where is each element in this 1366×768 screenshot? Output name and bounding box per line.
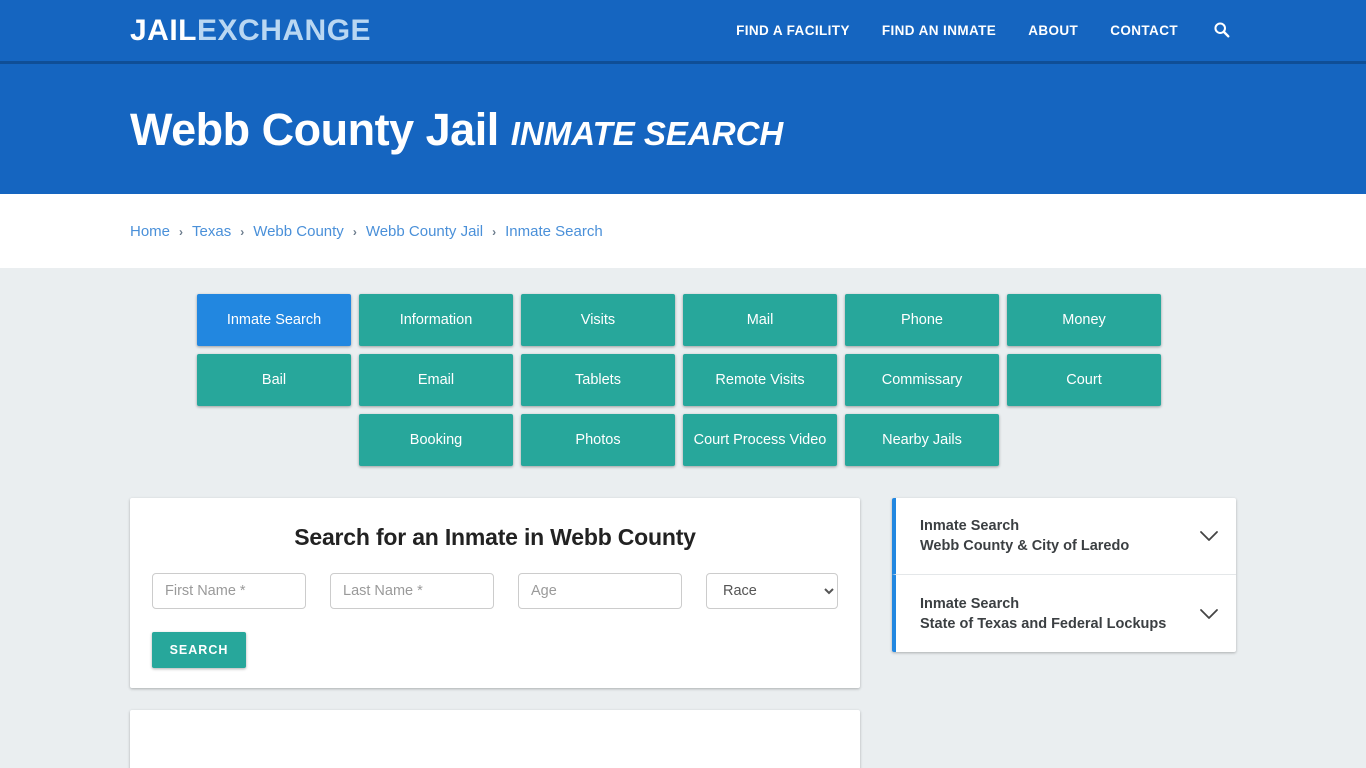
- chevron-down-icon[interactable]: [1198, 603, 1220, 625]
- nav-item-find-an-inmate[interactable]: FIND AN INMATE: [866, 23, 1012, 38]
- breadcrumb-item-webb-county-jail[interactable]: Webb County Jail: [366, 223, 483, 240]
- tab-court[interactable]: Court: [1007, 354, 1161, 406]
- secondary-content-card: [130, 710, 860, 768]
- tab-commissary[interactable]: Commissary: [845, 354, 999, 406]
- breadcrumb-separator: ›: [352, 225, 357, 239]
- breadcrumb-bar: Home › Texas › Webb County › Webb County…: [0, 194, 1366, 268]
- accordion-item-title: Inmate Search: [920, 595, 1020, 612]
- tab-photos[interactable]: Photos: [521, 414, 675, 466]
- accordion-item-subtitle: State of Texas and Federal Lockups: [920, 615, 1167, 632]
- tab-inmate-search[interactable]: Inmate Search: [197, 294, 351, 346]
- tab-booking[interactable]: Booking: [359, 414, 513, 466]
- inmate-search-card: Search for an Inmate in Webb County Race…: [130, 498, 860, 688]
- breadcrumb-separator: ›: [240, 225, 245, 239]
- page-title-subtitle: INMATE SEARCH: [510, 114, 784, 152]
- search-icon: [1213, 21, 1230, 41]
- accordion-item-text: Inmate Search State of Texas and Federal…: [920, 594, 1188, 634]
- tab-nearby-jails[interactable]: Nearby Jails: [845, 414, 999, 466]
- last-name-input[interactable]: [330, 573, 494, 609]
- search-field-row: Race: [152, 573, 838, 609]
- top-navigation-bar: JAILEXCHANGE FIND A FACILITY FIND AN INM…: [0, 0, 1366, 64]
- accordion-item-subtitle: Webb County & City of Laredo: [920, 538, 1130, 554]
- facility-tab-grid: Inmate Search Information Visits Mail Ph…: [130, 294, 1228, 466]
- first-name-input[interactable]: [152, 573, 306, 609]
- tab-remote-visits[interactable]: Remote Visits: [683, 354, 837, 406]
- breadcrumb-item-inmate-search: Inmate Search: [505, 222, 603, 240]
- search-card-heading: Search for an Inmate in Webb County: [294, 524, 696, 550]
- search-submit-button[interactable]: SEARCH: [152, 632, 246, 668]
- lower-section: Search for an Inmate in Webb County Race…: [130, 498, 1236, 768]
- accordion-item-title: Inmate Search: [920, 518, 1020, 534]
- nav-item-contact[interactable]: CONTACT: [1094, 23, 1194, 38]
- breadcrumb-separator: ›: [492, 225, 497, 239]
- nav-item-find-a-facility[interactable]: FIND A FACILITY: [720, 23, 866, 38]
- tab-court-process-video[interactable]: Court Process Video: [683, 414, 837, 466]
- nav-item-about[interactable]: ABOUT: [1012, 23, 1094, 38]
- page-title-main: Webb County Jail: [130, 103, 499, 155]
- chevron-down-icon[interactable]: [1198, 525, 1220, 547]
- tab-email[interactable]: Email: [359, 354, 513, 406]
- breadcrumb-item-home[interactable]: Home: [130, 223, 170, 240]
- accordion-item-text: Inmate Search Webb County & City of Lare…: [920, 516, 1188, 556]
- page-hero-band: Webb County Jail INMATE SEARCH: [0, 64, 1366, 194]
- tab-money[interactable]: Money: [1007, 294, 1161, 346]
- search-form-column: Search for an Inmate in Webb County Race…: [130, 498, 860, 768]
- logo-text-jail: JAIL: [130, 13, 198, 47]
- sidebar-column: Inmate Search Webb County & City of Lare…: [892, 498, 1236, 768]
- breadcrumb: Home › Texas › Webb County › Webb County…: [130, 223, 603, 240]
- tab-tablets[interactable]: Tablets: [521, 354, 675, 406]
- accordion-item-texas-federal[interactable]: Inmate Search State of Texas and Federal…: [892, 575, 1236, 652]
- page-title: Webb County Jail INMATE SEARCH: [130, 107, 783, 152]
- race-select[interactable]: Race: [706, 573, 838, 609]
- logo-text-exchange: EXCHANGE: [197, 13, 372, 47]
- tab-information[interactable]: Information: [359, 294, 513, 346]
- site-logo[interactable]: JAILEXCHANGE: [130, 13, 372, 47]
- nav-search-button[interactable]: [1206, 16, 1236, 46]
- tab-phone[interactable]: Phone: [845, 294, 999, 346]
- breadcrumb-item-texas[interactable]: Texas: [192, 223, 231, 240]
- inmate-search-accordion: Inmate Search Webb County & City of Lare…: [892, 498, 1236, 652]
- breadcrumb-separator: ›: [179, 225, 184, 239]
- tab-bail[interactable]: Bail: [197, 354, 351, 406]
- age-input[interactable]: [518, 573, 682, 609]
- breadcrumb-item-webb-county[interactable]: Webb County: [253, 223, 344, 240]
- tab-visits[interactable]: Visits: [521, 294, 675, 346]
- accordion-item-webb-county-laredo[interactable]: Inmate Search Webb County & City of Lare…: [892, 498, 1236, 575]
- nav-links: FIND A FACILITY FIND AN INMATE ABOUT CON…: [720, 16, 1366, 46]
- tab-mail[interactable]: Mail: [683, 294, 837, 346]
- main-content: Inmate Search Information Visits Mail Ph…: [0, 268, 1366, 768]
